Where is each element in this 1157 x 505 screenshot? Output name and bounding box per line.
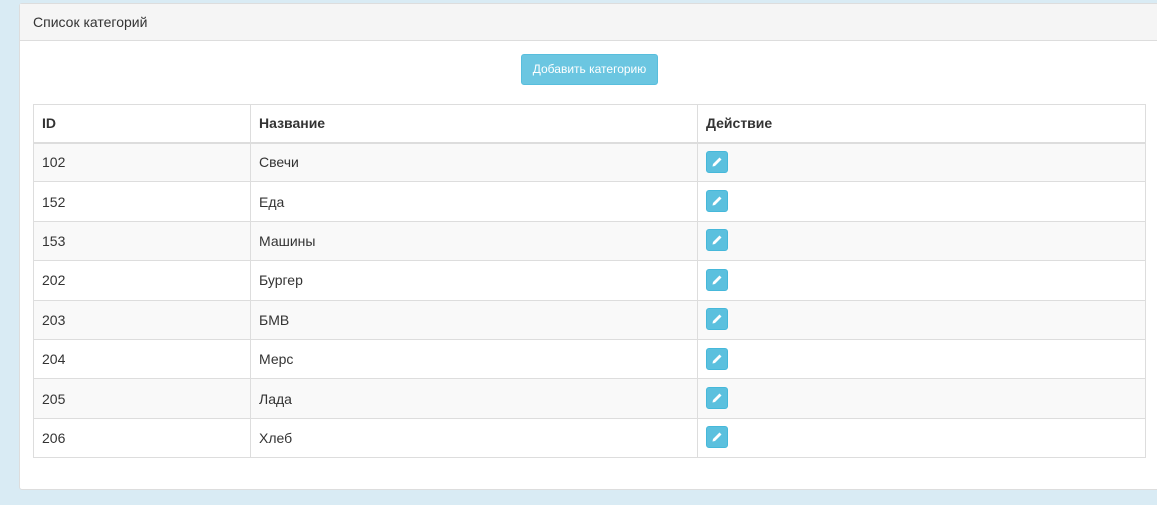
column-header-name: Название <box>250 104 698 144</box>
cell-action <box>697 299 1146 340</box>
edit-button[interactable] <box>706 387 728 410</box>
cell-name: Свечи <box>250 141 698 183</box>
table-row: 202 Бургер <box>33 260 1146 301</box>
pencil-icon <box>712 354 722 364</box>
pencil-icon <box>712 275 722 285</box>
pencil-icon <box>712 196 722 206</box>
edit-button[interactable] <box>706 347 728 370</box>
cell-action <box>697 260 1146 301</box>
cell-action <box>697 220 1146 262</box>
categories-panel: Список категорий Добавить категорию ID Н… <box>19 3 1157 490</box>
table-row: 205 Лада <box>33 378 1146 419</box>
cell-id: 202 <box>33 260 251 301</box>
cell-id: 203 <box>33 299 251 340</box>
cell-id: 152 <box>33 181 251 222</box>
cell-action <box>697 338 1146 380</box>
cell-action <box>697 378 1146 419</box>
table-row: 152 Еда <box>33 181 1146 222</box>
add-category-button[interactable]: Добавить категорию <box>521 54 658 85</box>
pencil-icon <box>712 432 722 442</box>
table-row: 206 Хлеб <box>33 417 1146 459</box>
table-body: 102 Свечи 152 Еда 153 Машины 202 Бургер … <box>33 141 1146 459</box>
cell-id: 204 <box>33 338 251 380</box>
edit-button[interactable] <box>706 229 728 252</box>
table-row: 204 Мерс <box>33 338 1146 380</box>
categories-table: ID Название Действие 102 Свечи 152 Еда 1… <box>33 104 1146 459</box>
cell-name: Лада <box>250 378 698 419</box>
cell-name: Хлеб <box>250 417 698 459</box>
pencil-icon <box>712 314 722 324</box>
edit-button[interactable] <box>706 190 728 213</box>
edit-button[interactable] <box>706 426 728 449</box>
table-row: 153 Машины <box>33 220 1146 262</box>
edit-button[interactable] <box>706 268 728 291</box>
cell-name: Бургер <box>250 260 698 301</box>
cell-action <box>697 181 1146 222</box>
pencil-icon <box>712 157 722 167</box>
cell-name: Еда <box>250 181 698 222</box>
edit-button[interactable] <box>706 308 728 331</box>
table-header-row: ID Название Действие <box>33 104 1146 144</box>
edit-button[interactable] <box>706 150 728 173</box>
column-header-id: ID <box>33 104 251 144</box>
cell-id: 153 <box>33 220 251 262</box>
pencil-icon <box>712 235 722 245</box>
cell-id: 205 <box>33 378 251 419</box>
cell-name: Машины <box>250 220 698 262</box>
cell-action <box>697 141 1146 183</box>
column-header-action: Действие <box>697 104 1146 144</box>
cell-id: 206 <box>33 417 251 459</box>
pencil-icon <box>712 393 722 403</box>
panel-title: Список категорий <box>20 4 1157 41</box>
cell-action <box>697 417 1146 459</box>
table-row: 102 Свечи <box>33 141 1146 183</box>
table-row: 203 БМВ <box>33 299 1146 340</box>
cell-name: БМВ <box>250 299 698 340</box>
cell-id: 102 <box>33 141 251 183</box>
cell-name: Мерс <box>250 338 698 380</box>
